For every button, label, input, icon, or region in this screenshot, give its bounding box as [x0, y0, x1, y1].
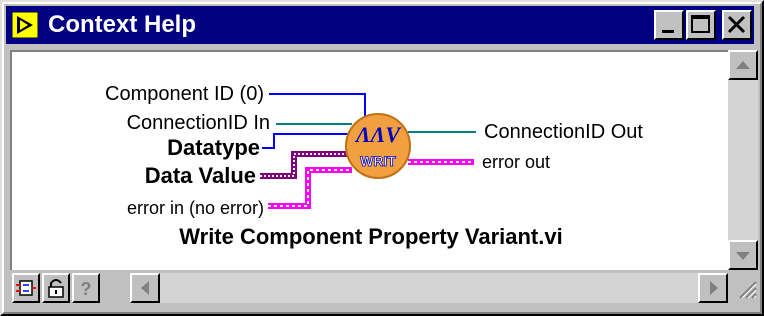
scroll-right-button[interactable]	[698, 273, 728, 303]
input-label-data-value: Data Value	[144, 163, 256, 188]
help-content-area: ΛΛV WRIT Component ID (0) ConnectionID I…	[10, 50, 730, 272]
horizontal-scrollbar[interactable]	[130, 273, 728, 303]
help-toolbar: ?	[10, 270, 728, 306]
resize-grip-icon	[739, 281, 757, 299]
show-optional-terminals-button[interactable]	[12, 273, 40, 303]
detailed-help-button[interactable]: ?	[72, 273, 100, 303]
scroll-up-button[interactable]	[728, 50, 758, 80]
input-label-connection-id-in: ConnectionID In	[126, 112, 270, 134]
maximize-button[interactable]	[686, 10, 716, 40]
minimize-icon	[662, 30, 674, 33]
scroll-down-arrow-icon	[736, 252, 750, 260]
scroll-down-button[interactable]	[728, 240, 758, 270]
input-label-error-in: error in (no error)	[126, 198, 264, 218]
window-title: Context Help	[48, 11, 197, 38]
wire-datatype	[262, 133, 352, 149]
help-question-icon: ?	[81, 279, 92, 299]
svg-text:WRIT: WRIT	[360, 153, 396, 169]
vi-name-label: Write Component Property Variant.vi	[179, 224, 563, 249]
svg-text:?: ?	[81, 279, 92, 299]
lock-icon	[48, 279, 64, 298]
scroll-left-arrow-icon	[141, 281, 149, 295]
wire-component-id	[269, 93, 366, 118]
scroll-up-arrow-icon	[736, 61, 750, 69]
vertical-scrollbar[interactable]	[728, 50, 758, 270]
output-label-connection-id-out: ConnectionID Out	[484, 121, 643, 143]
title-bar[interactable]: Context Help	[6, 6, 754, 44]
input-label-component-id: Component ID (0)	[105, 83, 264, 105]
lock-button[interactable]	[42, 273, 70, 303]
scroll-left-button[interactable]	[130, 273, 160, 303]
scroll-right-arrow-icon	[710, 281, 718, 295]
resize-grip[interactable]	[728, 270, 758, 306]
maximize-icon	[691, 15, 710, 33]
svg-text:ΛΛV: ΛΛV	[354, 122, 402, 147]
show-optional-terminals-icon	[16, 280, 36, 296]
close-icon	[727, 15, 746, 34]
output-label-error-out: error out	[482, 152, 551, 172]
labview-app-icon[interactable]	[12, 12, 38, 38]
close-button[interactable]	[722, 10, 752, 40]
minimize-button[interactable]	[654, 10, 684, 40]
input-label-datatype: Datatype	[167, 135, 260, 160]
vi-node-icon: ΛΛV WRIT	[345, 113, 411, 179]
context-help-window: Context Help ΛΛV WRIT Component ID (0) C…	[0, 0, 764, 316]
